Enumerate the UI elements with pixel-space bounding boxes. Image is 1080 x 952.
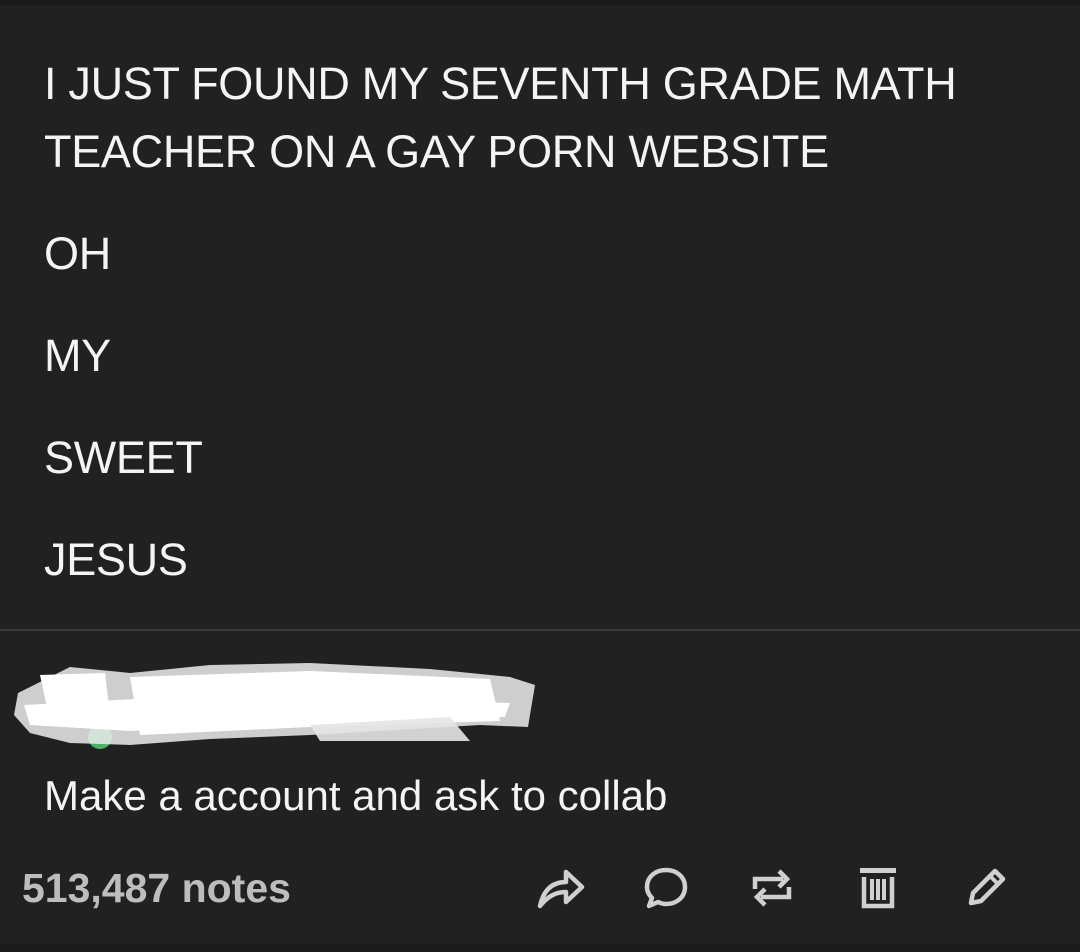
reblog-button[interactable] [742, 862, 802, 914]
redacted-username [14, 663, 535, 749]
post-headline: I JUST FOUND MY SEVENTH GRADE MATH TEACH… [44, 58, 957, 177]
post-divider [0, 629, 1080, 631]
reply-text: Make a account and ask to collab [44, 772, 668, 819]
post-footer: 513,487 notes [0, 850, 1080, 926]
bottom-divider [0, 944, 1080, 952]
reblog-icon [752, 869, 792, 907]
notes-count[interactable]: 513,487 notes [22, 862, 291, 914]
post-line-2: MY [44, 330, 111, 381]
reply-button[interactable] [636, 862, 696, 914]
top-divider [0, 0, 1080, 6]
delete-button[interactable] [848, 862, 908, 914]
share-icon [537, 869, 585, 909]
edit-button[interactable] [956, 862, 1016, 914]
post-line-1: OH [44, 228, 111, 279]
delete-icon [860, 868, 896, 909]
edit-icon [968, 868, 1006, 906]
post-line-3: SWEET [44, 432, 203, 483]
share-button[interactable] [530, 862, 590, 914]
post-line-4: JESUS [44, 534, 188, 585]
reply-icon [644, 867, 688, 909]
post-body: I JUST FOUND MY SEVENTH GRADE MATH TEACH… [44, 50, 1044, 628]
